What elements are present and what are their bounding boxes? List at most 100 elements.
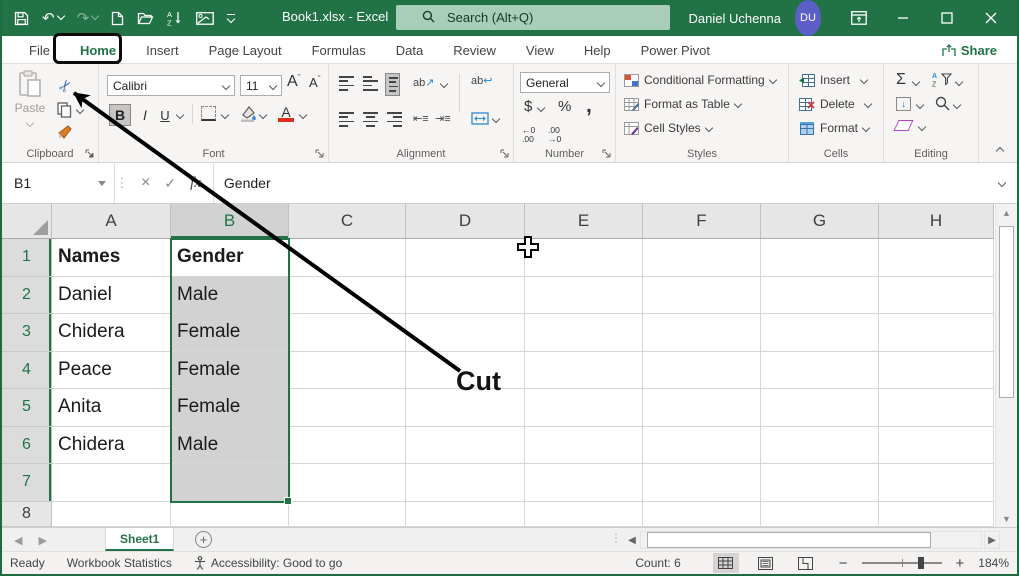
sort-filter-icon[interactable]: AZ [932,71,952,90]
sheet-tab-sheet1[interactable]: Sheet1 [105,528,174,551]
row-header-5[interactable]: 5 [2,389,52,427]
row-header-8[interactable]: 8 [2,502,52,528]
cell-a2[interactable]: Daniel [52,277,171,315]
insert-cells-button[interactable]: Insert [799,73,867,87]
tab-data[interactable]: Data [381,36,438,64]
accessibility-checker[interactable]: Accessibility: Good to go [194,556,342,570]
conditional-formatting-button[interactable]: Conditional Formatting [624,73,776,87]
borders-dropdown-icon[interactable] [221,111,229,119]
name-box-dropdown-icon[interactable] [98,181,106,186]
cell-b7[interactable] [171,464,289,502]
align-left-icon[interactable] [339,112,354,127]
top-align-icon[interactable] [339,76,354,91]
row-header-4[interactable]: 4 [2,352,52,390]
font-color-icon[interactable]: A [278,104,294,122]
tab-review[interactable]: Review [438,36,511,64]
row-header-2[interactable]: 2 [2,277,52,315]
name-box[interactable]: B1 [2,163,115,203]
find-select-dropdown-icon[interactable] [953,101,961,109]
format-painter-icon[interactable] [57,124,73,143]
center-icon[interactable] [363,112,378,127]
autosum-dropdown-icon[interactable] [912,78,920,86]
fill-dropdown-icon[interactable] [916,101,924,109]
cell-a1[interactable]: Names [52,239,171,277]
bottom-align-icon[interactable] [385,73,400,96]
orientation-dropdown-icon[interactable] [440,80,448,88]
cell-b3[interactable]: Female [171,314,289,352]
format-cells-button[interactable]: Format [799,121,869,135]
ribbon-display-options-icon[interactable] [837,0,881,36]
new-sheet-button[interactable]: + [195,531,212,548]
delete-cells-button[interactable]: Delete [799,97,871,111]
minimize-icon[interactable] [881,0,925,36]
cell-b5[interactable]: Female [171,389,289,427]
enter-icon[interactable]: ✓ [164,175,176,192]
cell-styles-button[interactable]: Cell Styles [624,121,712,135]
cell-a5[interactable]: Anita [52,389,171,427]
cancel-icon[interactable]: × [141,174,150,192]
scroll-down-icon[interactable]: ▼ [996,510,1017,527]
number-dialog-launcher-icon[interactable] [602,149,612,159]
new-file-icon[interactable] [111,11,124,26]
next-sheet-icon[interactable]: ▶ [38,534,46,547]
scroll-left-icon[interactable]: ◀ [624,531,640,549]
count-indicator[interactable]: Count: 6 [635,556,680,570]
cell-b6[interactable]: Male [171,427,289,465]
cell-b2[interactable]: Male [171,277,289,315]
row-header-3[interactable]: 3 [2,314,52,352]
page-layout-view-button[interactable] [753,553,779,573]
percent-style-icon[interactable]: % [558,98,571,115]
format-as-table-button[interactable]: Format as Table [624,97,741,111]
cell-f1[interactable] [643,239,761,277]
cell-d1[interactable] [406,239,525,277]
cell-a3[interactable]: Chidera [52,314,171,352]
tab-page-layout[interactable]: Page Layout [194,36,297,64]
font-size-select[interactable]: 11 [240,75,282,96]
cell-g1[interactable] [761,239,879,277]
normal-view-button[interactable] [713,553,739,573]
column-header-b[interactable]: B [171,204,289,239]
share-button[interactable]: Share [934,38,1005,62]
tab-bar-splitter[interactable]: ⋮ [610,531,622,545]
middle-align-icon[interactable] [363,76,378,91]
row-header-7[interactable]: 7 [2,464,52,502]
align-right-icon[interactable] [387,112,402,127]
tab-file[interactable]: File [14,36,65,64]
cell-b8[interactable] [171,502,289,528]
expand-formula-bar-icon[interactable] [987,163,1017,203]
cell-c1[interactable] [289,239,406,277]
save-icon[interactable] [14,11,29,26]
tab-help[interactable]: Help [569,36,626,64]
font-name-select[interactable]: Calibri [107,75,235,96]
undo-button[interactable]: ↶ [42,11,64,26]
clear-icon[interactable] [893,120,913,131]
open-file-icon[interactable] [137,11,154,25]
fill-handle[interactable] [284,497,292,505]
currency-dropdown-icon[interactable] [537,104,545,112]
collapse-ribbon-icon[interactable] [996,147,1004,155]
zoom-level[interactable]: 184% [978,556,1009,570]
zoom-slider-handle[interactable] [918,557,924,569]
maximize-icon[interactable] [925,0,969,36]
borders-icon[interactable] [201,106,216,121]
tab-view[interactable]: View [511,36,569,64]
vertical-scrollbar[interactable]: ▲ ▼ [995,204,1017,527]
fill-icon[interactable]: ↓ [896,97,911,111]
workbook-statistics-button[interactable]: Workbook Statistics [67,556,172,570]
decrease-indent-icon[interactable]: ⇤≡ [413,112,429,125]
horizontal-scrollbar[interactable] [640,531,982,549]
font-dialog-launcher-icon[interactable] [315,149,325,159]
tab-insert[interactable]: Insert [131,36,194,64]
avatar[interactable]: DU [795,0,821,36]
user-name[interactable]: Daniel Uchenna [688,0,781,36]
tab-formulas[interactable]: Formulas [297,36,381,64]
undo-dropdown-icon[interactable] [56,12,64,20]
number-format-select[interactable]: General [520,72,610,93]
column-header-d[interactable]: D [406,204,525,239]
underline-dropdown-icon[interactable] [176,111,184,119]
cut-icon[interactable]: ✂ [54,75,78,97]
scroll-right-icon[interactable]: ▶ [984,531,1000,549]
scroll-up-icon[interactable]: ▲ [996,204,1017,221]
column-header-c[interactable]: C [289,204,406,239]
close-icon[interactable] [969,0,1013,36]
